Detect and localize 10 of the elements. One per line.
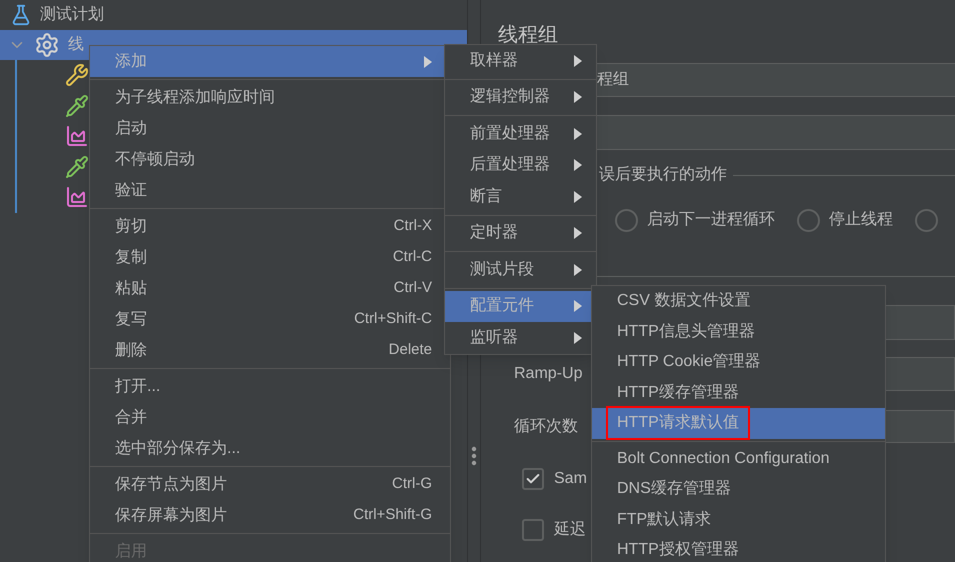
radio-label: 停止线程 [829, 210, 893, 230]
field-label: Ramp-Up [514, 364, 584, 384]
checkbox-label: Sam [554, 469, 587, 489]
tree-label: 线 [68, 34, 84, 55]
group-legend: 误后要执行的动作 [599, 163, 727, 187]
field-label: 循环次数 [514, 416, 579, 436]
tree-label: 测试计划 [40, 4, 104, 25]
checkbox-label: 延迟 [554, 520, 586, 540]
radio-label: 启动下一进程循环 [647, 210, 775, 230]
panel-title: 线程组 [498, 23, 559, 48]
